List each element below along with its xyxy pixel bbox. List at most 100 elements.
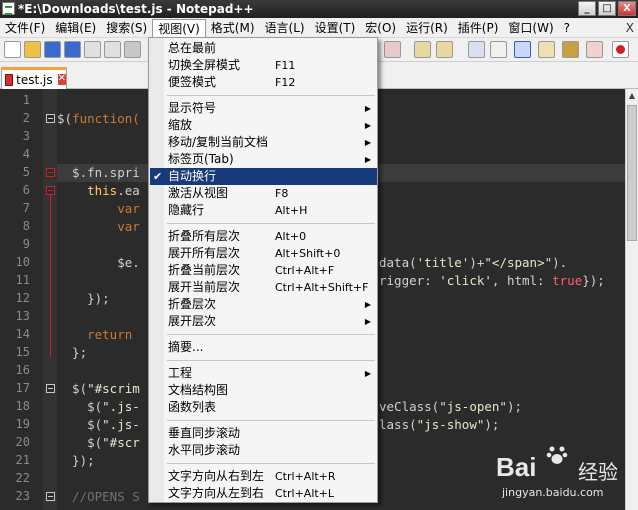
submenu-arrow-icon: ▶ xyxy=(364,369,371,378)
menu-item-show-symbol[interactable]: 显示符号 ▶ xyxy=(150,100,377,117)
menu-item-label: 垂直同步滚动 xyxy=(168,426,241,440)
function-list-icon[interactable] xyxy=(562,41,579,58)
menu-item-hide-lines[interactable]: 隐藏行 Alt+H xyxy=(150,202,377,219)
code-token: "#scr xyxy=(102,435,140,450)
sync-vertical-icon[interactable] xyxy=(468,41,485,58)
code-token: "js-show" xyxy=(416,417,485,432)
open-file-icon[interactable] xyxy=(24,41,41,58)
print-icon[interactable] xyxy=(124,41,141,58)
doc-map-icon[interactable] xyxy=(586,41,603,58)
code-token: }); xyxy=(582,273,605,288)
menu-run[interactable]: 运行(R) xyxy=(401,19,453,37)
line-number: 20 xyxy=(15,435,30,449)
menu-item-label: 显示符号 xyxy=(168,101,217,115)
menu-edit[interactable]: 编辑(E) xyxy=(50,19,101,37)
menu-item-document-map[interactable]: 文档结构图 xyxy=(150,382,377,399)
fold-toggle-icon[interactable] xyxy=(46,168,55,177)
code-token: var xyxy=(117,201,140,216)
close-document-icon[interactable]: X xyxy=(626,21,634,35)
code-line: $(function( xyxy=(57,110,140,128)
menu-item-fullscreen[interactable]: 切换全屏模式 F11 xyxy=(150,57,377,74)
fold-toggle-icon[interactable] xyxy=(46,492,55,501)
menu-item-function-list[interactable]: 函数列表 xyxy=(150,399,377,416)
menu-file[interactable]: 文件(F) xyxy=(0,19,50,37)
menu-item-fold-all[interactable]: 折叠所有层次 Alt+0 xyxy=(150,228,377,245)
replace-icon[interactable] xyxy=(384,41,401,58)
code-token: $e. xyxy=(57,255,140,270)
watermark-url: jingyan.baidu.com xyxy=(502,486,604,499)
menu-item-summary[interactable]: 摘要... xyxy=(150,339,377,356)
code-line: $e. xyxy=(57,254,140,272)
menu-item-move-clone-doc[interactable]: 移动/复制当前文档 ▶ xyxy=(150,134,377,151)
save-icon[interactable] xyxy=(44,41,61,58)
menu-item-word-wrap[interactable]: ✔ 自动换行 xyxy=(150,168,377,185)
line-number-gutter: 1 2 3 4 5 6 7 8 9 10 11 12 13 14 15 16 1… xyxy=(0,89,43,510)
menu-item-shortcut: Ctrl+Alt+R xyxy=(275,470,336,483)
close-icon[interactable] xyxy=(84,41,101,58)
menu-item-label: 切换全屏模式 xyxy=(168,58,241,72)
line-number: 13 xyxy=(15,309,30,323)
code-token: ".js- xyxy=(102,399,140,414)
tab-close-icon[interactable]: ✕ xyxy=(57,74,66,85)
code-token: var xyxy=(117,219,140,234)
indent-guide-icon[interactable] xyxy=(514,41,531,58)
window-buttons: _ □ X xyxy=(578,1,636,16)
unsaved-file-icon xyxy=(5,73,14,86)
menu-item-unfold-level[interactable]: 展开层次 ▶ xyxy=(150,313,377,330)
menu-item-sync-horizontal-scroll[interactable]: 水平同步滚动 xyxy=(150,442,377,459)
zoom-out-icon[interactable] xyxy=(436,41,453,58)
scroll-thumb[interactable] xyxy=(627,105,637,241)
watermark-cn: 经验 xyxy=(578,460,618,484)
menu-item-fold-level[interactable]: 折叠层次 ▶ xyxy=(150,296,377,313)
tab-test-js[interactable]: test.js ✕ xyxy=(1,67,67,89)
submenu-arrow-icon: ▶ xyxy=(364,155,371,164)
menu-format[interactable]: 格式(M) xyxy=(206,19,260,37)
menu-item-project[interactable]: 工程 ▶ xyxy=(150,365,377,382)
menu-language[interactable]: 语言(L) xyxy=(260,19,310,37)
close-window-button[interactable]: X xyxy=(618,1,636,16)
close-all-icon[interactable] xyxy=(104,41,121,58)
menu-item-unfold-current[interactable]: 展开当前层次 Ctrl+Alt+Shift+F xyxy=(150,279,377,296)
menu-view[interactable]: 视图(V) xyxy=(152,18,206,37)
record-macro-icon[interactable] xyxy=(612,41,629,58)
menu-window[interactable]: 窗口(W) xyxy=(503,19,558,37)
new-file-icon[interactable] xyxy=(4,41,21,58)
menu-item-shortcut: Alt+H xyxy=(275,204,308,217)
code-token: 'title' xyxy=(416,255,470,270)
save-all-icon[interactable] xyxy=(64,41,81,58)
menu-item-unfold-all[interactable]: 展开所有层次 Alt+Shift+0 xyxy=(150,245,377,262)
menu-bar: 文件(F) 编辑(E) 搜索(S) 视图(V) 格式(M) 语言(L) 设置(T… xyxy=(0,18,638,38)
show-all-chars-icon[interactable] xyxy=(490,41,507,58)
fold-toggle-icon[interactable] xyxy=(46,186,55,195)
menu-item-fold-current[interactable]: 折叠当前层次 Ctrl+Alt+F xyxy=(150,262,377,279)
minimize-button[interactable]: _ xyxy=(578,1,596,16)
code-token: .ea xyxy=(117,183,140,198)
menu-item-text-rtl[interactable]: 文字方向从右到左 Ctrl+Alt+R xyxy=(150,468,377,485)
menu-item-post-it[interactable]: 便签模式 F12 xyxy=(150,74,377,91)
menu-item-text-ltr[interactable]: 文字方向从左到右 Ctrl+Alt+L xyxy=(150,485,377,502)
menu-item-tab[interactable]: 标签页(Tab) ▶ xyxy=(150,151,377,168)
baidu-jingyan-watermark: Bai 经验 jingyan.baidu.com xyxy=(488,438,638,510)
zoom-in-icon[interactable] xyxy=(414,41,431,58)
maximize-button[interactable]: □ xyxy=(598,1,616,16)
menu-item-label: 工程 xyxy=(168,366,193,380)
menu-search[interactable]: 搜索(S) xyxy=(101,19,152,37)
wrap-icon[interactable] xyxy=(538,41,555,58)
menu-macro[interactable]: 宏(O) xyxy=(360,19,401,37)
menu-plugins[interactable]: 插件(P) xyxy=(453,19,504,37)
menu-item-focus-other-view[interactable]: 激活从视图 F8 xyxy=(150,185,377,202)
menu-item-sync-vertical-scroll[interactable]: 垂直同步滚动 xyxy=(150,425,377,442)
menu-help[interactable]: ? xyxy=(559,19,575,37)
menu-settings[interactable]: 设置(T) xyxy=(310,19,361,37)
code-line: $(".js- xyxy=(57,398,140,416)
scroll-up-icon[interactable]: ▲ xyxy=(626,89,638,103)
menu-separator xyxy=(167,334,375,335)
fold-toggle-icon[interactable] xyxy=(46,114,55,123)
menu-item-always-on-top[interactable]: 总在最前 xyxy=(150,40,377,57)
menu-item-zoom[interactable]: 缩放 ▶ xyxy=(150,117,377,134)
code-line: $(".js- xyxy=(57,416,140,434)
menu-item-label: 激活从视图 xyxy=(168,186,229,200)
fold-toggle-icon[interactable] xyxy=(46,384,55,393)
